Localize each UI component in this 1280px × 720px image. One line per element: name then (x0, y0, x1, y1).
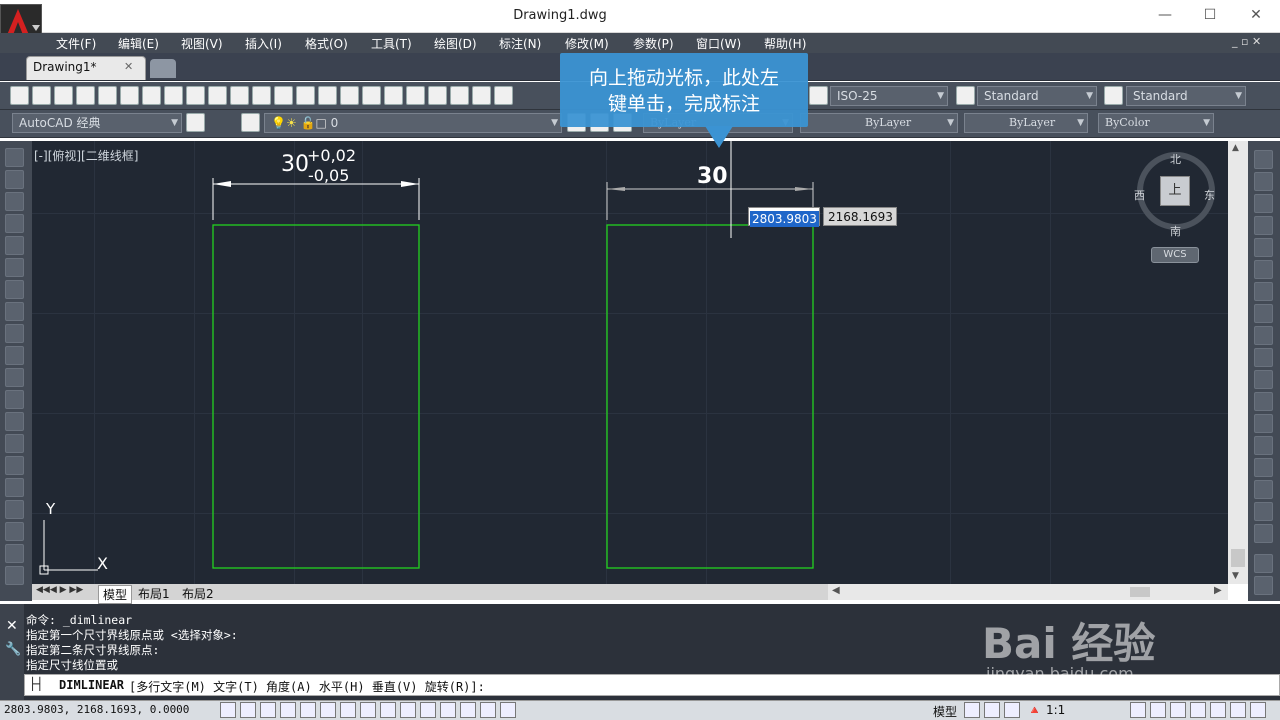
compass-south[interactable]: 南 (1170, 223, 1181, 239)
quick-properties-icon[interactable] (460, 702, 476, 718)
horizontal-scrollbar[interactable]: ◀ ▶ (828, 584, 1228, 600)
infer-constraints-icon[interactable] (220, 702, 236, 718)
tutorial-callout-text: 向上拖动光标，此处左 键单击，完成标注 (560, 65, 808, 117)
tab-layout2[interactable]: 布局2 (182, 585, 214, 602)
left-dim-value: 30 (281, 152, 309, 177)
baidu-watermark: Bai 经验 (982, 619, 1156, 668)
object-snap-tracking-icon[interactable] (360, 702, 376, 718)
command-name: DIMLINEAR (59, 678, 125, 692)
tab-layout1[interactable]: 布局1 (138, 585, 170, 602)
scroll-up-icon[interactable]: ▲ (1232, 143, 1239, 153)
compass-east[interactable]: 东 (1204, 187, 1215, 203)
command-history-line: 指定第二条尺寸界线原点: (26, 643, 160, 657)
status-tray (1130, 702, 1266, 718)
vertical-scroll-thumb[interactable] (1231, 549, 1245, 567)
annotation-scale-icon[interactable]: 🔺 (1027, 703, 1042, 717)
lock-ui-icon[interactable] (1150, 702, 1166, 718)
layout-view-buttons (964, 702, 1020, 718)
right-arrowhead-1 (607, 187, 625, 191)
dynamic-input-x[interactable]: 2803.9803 (748, 207, 820, 227)
right-dim-value: 30 (697, 164, 728, 189)
callout-line-1: 向上拖动光标，此处左 (588, 67, 779, 89)
right-arrowhead-2 (795, 187, 813, 191)
command-prompt-icon: ├┤ (29, 677, 44, 691)
baidu-watermark-url: jingyan.baidu.com (986, 664, 1134, 683)
command-history-line: 指定尺寸线位置或 (26, 658, 118, 672)
dynamic-ucs-icon[interactable] (380, 702, 396, 718)
ucs-x-label: X (97, 554, 108, 573)
layout-nav-arrows-icon[interactable]: ◀◀◀ ▶ ▶▶ (36, 585, 83, 595)
tutorial-callout-tail (705, 126, 733, 148)
selection-cycling-icon[interactable] (480, 702, 496, 718)
dynamic-input-x-value: 2803.9803 (750, 211, 819, 227)
drafting-toggles (220, 702, 516, 718)
quick-view-layouts-icon[interactable] (964, 702, 980, 718)
snap-mode-icon[interactable] (240, 702, 256, 718)
command-customize-icon[interactable]: 🔧 (5, 642, 21, 657)
compass-west[interactable]: 西 (1134, 187, 1145, 203)
command-options[interactable]: [多行文字(M) 文字(T) 角度(A) 水平(H) 垂直(V) 旋转(R)]: (129, 678, 485, 695)
grid-display-icon[interactable] (260, 702, 276, 718)
status-bar (0, 700, 1280, 720)
pan-status-icon[interactable] (1004, 702, 1020, 718)
annotation-scale[interactable]: 1:1 (1046, 703, 1065, 717)
scroll-right-icon[interactable]: ▶ (1214, 585, 1222, 596)
command-close-icon[interactable]: ✕ (6, 618, 18, 634)
workspace-switch-icon[interactable] (1130, 702, 1146, 718)
model-space-button[interactable]: 模型 (933, 703, 957, 720)
right-rectangle[interactable] (606, 224, 814, 569)
dynamic-input-icon[interactable] (400, 702, 416, 718)
transparency-icon[interactable] (440, 702, 456, 718)
callout-line-2: 键单击，完成标注 (607, 93, 760, 115)
quick-view-drawings-icon[interactable] (984, 702, 1000, 718)
hardware-acceleration-icon[interactable] (1170, 702, 1186, 718)
annotation-monitor-icon[interactable] (500, 702, 516, 718)
vertical-scrollbar[interactable]: ▲ ▼ (1228, 141, 1248, 584)
lightbulb-icon[interactable] (1210, 702, 1226, 718)
left-rectangle[interactable] (212, 224, 420, 569)
command-history-line: 命令: _dimlinear (26, 613, 133, 627)
left-dim-upper-tolerance: +0,02 (307, 146, 357, 165)
lineweight-icon[interactable] (420, 702, 436, 718)
layout-tab-bar: ◀◀◀ ▶ ▶▶ 模型 布局1 布局2 (32, 584, 828, 604)
3d-object-snap-icon[interactable] (340, 702, 356, 718)
tab-model[interactable]: 模型 (98, 585, 133, 604)
left-dim-lower-tolerance: -0,05 (308, 166, 350, 185)
wcs-menu[interactable]: WCS (1151, 247, 1199, 263)
compass-north[interactable]: 北 (1170, 151, 1181, 167)
object-snap-icon[interactable] (320, 702, 336, 718)
horizontal-scroll-thumb[interactable] (1130, 587, 1150, 597)
clean-screen-icon[interactable] (1250, 702, 1266, 718)
command-window-handle: ✕ 🔧 (0, 604, 24, 700)
scroll-down-icon[interactable]: ▼ (1232, 571, 1239, 581)
coordinate-readout[interactable]: 2803.9803, 2168.1693, 0.0000 (4, 703, 189, 716)
command-history-line: 指定第一个尺寸界线原点或 <选择对象>: (26, 628, 238, 642)
ucs-y-label: Y (46, 500, 56, 518)
left-arrowhead-2 (401, 181, 419, 187)
left-arrowhead-1 (213, 181, 231, 187)
polar-tracking-icon[interactable] (300, 702, 316, 718)
ortho-mode-icon[interactable] (280, 702, 296, 718)
status-menu-icon[interactable] (1230, 702, 1246, 718)
dynamic-input-y[interactable]: 2168.1693 (823, 207, 897, 226)
viewcube-top-face[interactable]: 上 (1160, 176, 1190, 206)
isolate-objects-icon[interactable] (1190, 702, 1206, 718)
scroll-left-icon[interactable]: ◀ (832, 585, 840, 596)
